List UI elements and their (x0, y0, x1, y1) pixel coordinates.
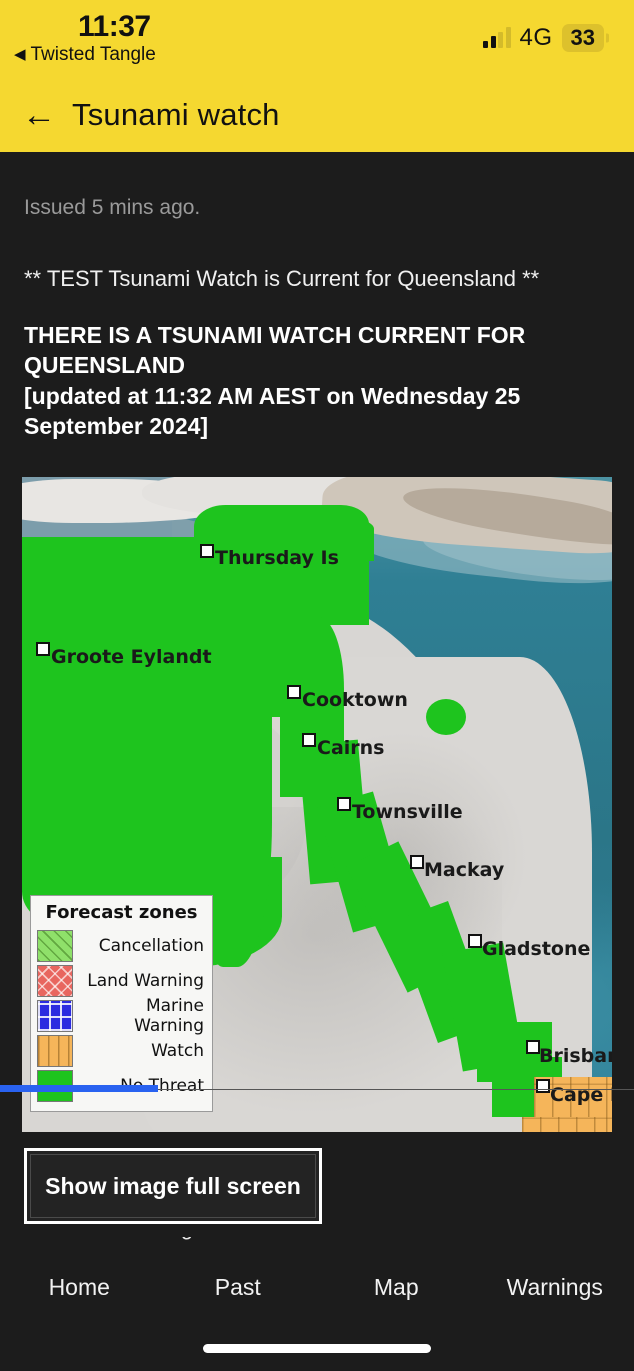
forecast-zone-map[interactable]: Thursday Is Groote Eylandt Cooktown Cairns T… (22, 477, 612, 1132)
home-indicator[interactable] (203, 1344, 431, 1353)
tab-warnings[interactable]: Warnings (476, 1274, 634, 1301)
legend-label: Land Warning (87, 970, 204, 991)
legend-swatch-icon (37, 1034, 73, 1067)
city-label: Cairns (317, 737, 385, 759)
legend-label: Watch (151, 1040, 204, 1061)
alert-content-scroll[interactable]: Issued 5 mins ago. ** TEST Tsunami Watch… (0, 152, 634, 1243)
legend-label: Cancellation (98, 935, 204, 956)
city-label: Groote Eylandt (51, 646, 212, 668)
city-label: Townsville (352, 801, 463, 823)
city-label: Gladstone (482, 938, 591, 960)
test-banner-text: ** TEST Tsunami Watch is Current for Que… (24, 266, 540, 291)
issued-timestamp: Issued 5 mins ago. (24, 196, 201, 219)
city-marker-icon (468, 934, 482, 948)
city-marker-icon (536, 1079, 550, 1093)
map-legend: Forecast zones Cancellation Land Warning M… (30, 895, 213, 1112)
previous-app-label: Twisted Tangle (30, 44, 156, 65)
alert-updated-line: [updated at 11:32 AM AEST on Wednesday 2… (24, 382, 521, 440)
zone-watch (522, 1117, 604, 1132)
signal-bars-icon (483, 27, 511, 48)
tab-map[interactable]: Map (317, 1274, 476, 1301)
tab-home[interactable]: Home (0, 1274, 159, 1301)
city-label: Cape By (550, 1084, 612, 1106)
status-bar-indicators: 4G 33 (483, 24, 604, 52)
zone-no-threat-island (426, 699, 466, 735)
status-bar: 11:37 ◀ Twisted Tangle 4G 33 (0, 0, 634, 78)
alert-headline-main: THERE IS A TSUNAMI WATCH CURRENT FOR QUE… (24, 322, 526, 379)
status-bar-clock: 11:37 (78, 10, 151, 43)
city-label: Cooktown (302, 689, 408, 711)
city-marker-icon (526, 1040, 540, 1054)
alert-headline: THERE IS A TSUNAMI WATCH CURRENT FOR QUE… (24, 320, 544, 441)
city-label: Brisbane (539, 1045, 612, 1067)
back-triangle-icon: ◀ (14, 46, 26, 63)
city-marker-icon (36, 642, 50, 656)
legend-row: Marine Warning (37, 995, 206, 1036)
scroll-progress-bar (0, 1085, 158, 1092)
network-type-label: 4G (519, 24, 553, 51)
legend-swatch-icon (37, 929, 73, 962)
legend-row: Land Warning (37, 963, 206, 998)
button-inner-border (30, 1154, 316, 1218)
back-arrow-icon[interactable]: ← (22, 98, 56, 132)
city-marker-icon (410, 855, 424, 869)
city-label: Thursday Is (215, 547, 339, 569)
city-label: Mackay (424, 859, 505, 881)
city-marker-icon (287, 685, 301, 699)
tab-past[interactable]: Past (159, 1274, 318, 1301)
legend-swatch-icon (37, 999, 73, 1032)
cut-off-link-row[interactable]: Tsunami Warning Centre Issues a Point Fo… (0, 1237, 634, 1243)
city-marker-icon (200, 544, 214, 558)
return-to-previous-app-link[interactable]: ◀ Twisted Tangle (14, 44, 156, 66)
battery-icon: 33 (561, 24, 604, 52)
legend-label: Marine Warning (134, 995, 204, 1036)
city-marker-icon (337, 797, 351, 811)
city-marker-icon (302, 733, 316, 747)
bottom-tab-bar: Home Past Map Warnings (0, 1250, 634, 1371)
app-header: ← Tsunami watch (0, 78, 634, 152)
legend-swatch-icon (37, 964, 73, 997)
show-image-full-screen-button[interactable]: Show image full screen (24, 1148, 322, 1224)
cut-off-link-label: Tsunami Warning Centre Issues a Point Fo… (24, 1237, 501, 1241)
legend-row: Watch (37, 1033, 206, 1068)
legend-row: Cancellation (37, 928, 206, 963)
legend-title: Forecast zones (45, 902, 198, 923)
page-title: Tsunami watch (72, 97, 280, 132)
